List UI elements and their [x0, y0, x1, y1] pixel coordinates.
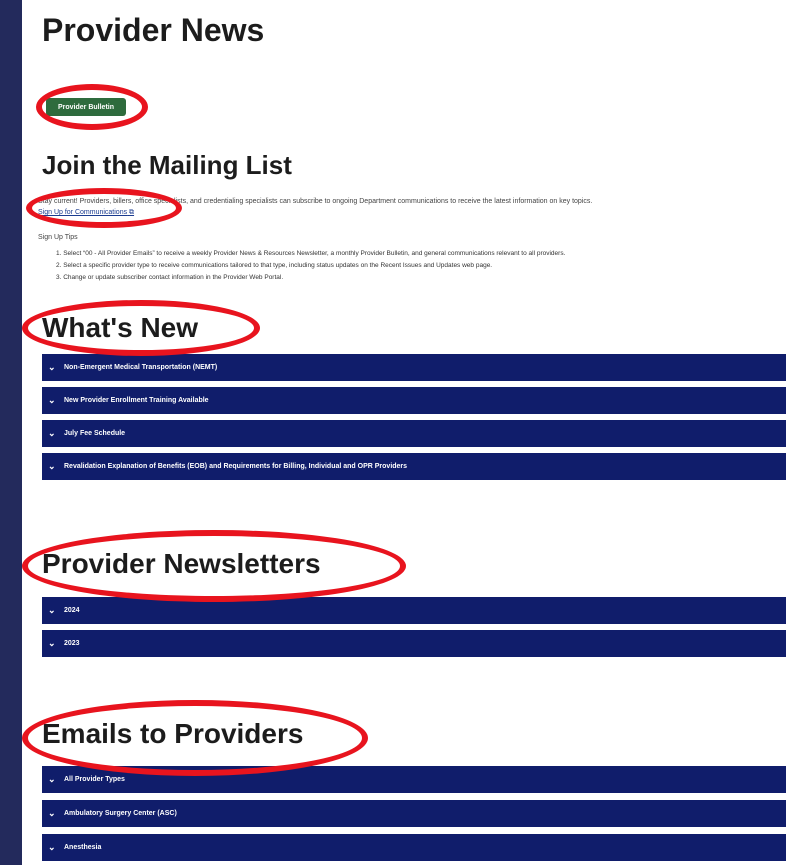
page-title: Provider News [42, 12, 265, 48]
mailing-list-intro: Stay current! Providers, billers, office… [38, 196, 768, 218]
chevron-down-icon: ⌄ [48, 428, 56, 438]
emails-heading: Emails to Providers [42, 718, 304, 749]
page-content: Provider News Provider Bulletin Join the… [22, 0, 786, 865]
whats-new-heading: What's New [42, 312, 199, 343]
accordion-item-2023[interactable]: ⌄ 2023 [42, 630, 786, 657]
newsletters-heading: Provider Newsletters [42, 548, 321, 579]
accordion-item-label: 2024 [64, 607, 80, 614]
accordion-item-asc[interactable]: ⌄ Ambulatory Surgery Center (ASC) [42, 800, 786, 827]
signup-steps: 1. Select “00 - All Provider Emails” to … [56, 248, 776, 284]
accordion-item-revalidation-eob[interactable]: ⌄ Revalidation Explanation of Benefits (E… [42, 453, 786, 480]
newsletters-accordion: ⌄ 2024 ⌄ 2023 [42, 597, 786, 663]
chevron-down-icon: ⌄ [48, 774, 56, 784]
accordion-item-label: Anesthesia [64, 844, 102, 851]
accordion-item-fee-schedule[interactable]: ⌄ July Fee Schedule [42, 420, 786, 447]
signup-step: 2. Select a specific provider type to re… [56, 262, 493, 269]
accordion-item-label: Non-Emergent Medical Transportation (NEM… [64, 364, 218, 371]
chevron-down-icon: ⌄ [48, 842, 56, 852]
accordion-item-label: All Provider Types [64, 776, 125, 783]
signup-link-label: Sign Up for Communications [38, 209, 128, 216]
accordion-item-2024[interactable]: ⌄ 2024 [42, 597, 786, 624]
signup-link[interactable]: Sign Up for Communications ⧉ [38, 207, 768, 218]
whats-new-accordion: ⌄ Non-Emergent Medical Transportation (NE… [42, 354, 786, 486]
chevron-down-icon: ⌄ [48, 395, 56, 405]
accordion-item-label: Ambulatory Surgery Center (ASC) [64, 810, 177, 817]
accordion-item-label: Revalidation Explanation of Benefits (EO… [64, 463, 408, 470]
accordion-item-all-provider-types[interactable]: ⌄ All Provider Types [42, 766, 786, 793]
accordion-item-label: July Fee Schedule [64, 430, 126, 437]
signup-step: 3. Change or update subscriber contact i… [56, 274, 284, 281]
external-link-icon: ⧉ [129, 209, 135, 216]
mailing-list-heading: Join the Mailing List [42, 150, 292, 180]
emails-accordion: ⌄ All Provider Types ⌄ Ambulatory Surgery … [42, 766, 786, 865]
accordion-item-nemt[interactable]: ⌄ Non-Emergent Medical Transportation (NE… [42, 354, 786, 381]
accordion-item-enrollment-training[interactable]: ⌄ New Provider Enrollment Training Availa… [42, 387, 786, 414]
chevron-down-icon: ⌄ [48, 638, 56, 648]
chevron-down-icon: ⌄ [48, 461, 56, 471]
chevron-down-icon: ⌄ [48, 808, 56, 818]
chevron-down-icon: ⌄ [48, 605, 56, 615]
mailing-intro-text: Stay current! Providers, billers, office… [38, 198, 593, 205]
chevron-down-icon: ⌄ [48, 362, 56, 372]
accordion-item-label: New Provider Enrollment Training Availab… [64, 397, 209, 404]
signup-tips-label: Sign Up Tips [38, 234, 78, 241]
signup-step: 1. Select “00 - All Provider Emails” to … [56, 250, 566, 257]
accordion-item-label: 2023 [64, 640, 80, 647]
accordion-item-anesthesia[interactable]: ⌄ Anesthesia [42, 834, 786, 861]
provider-bulletin-button[interactable]: Provider Bulletin [46, 98, 126, 116]
